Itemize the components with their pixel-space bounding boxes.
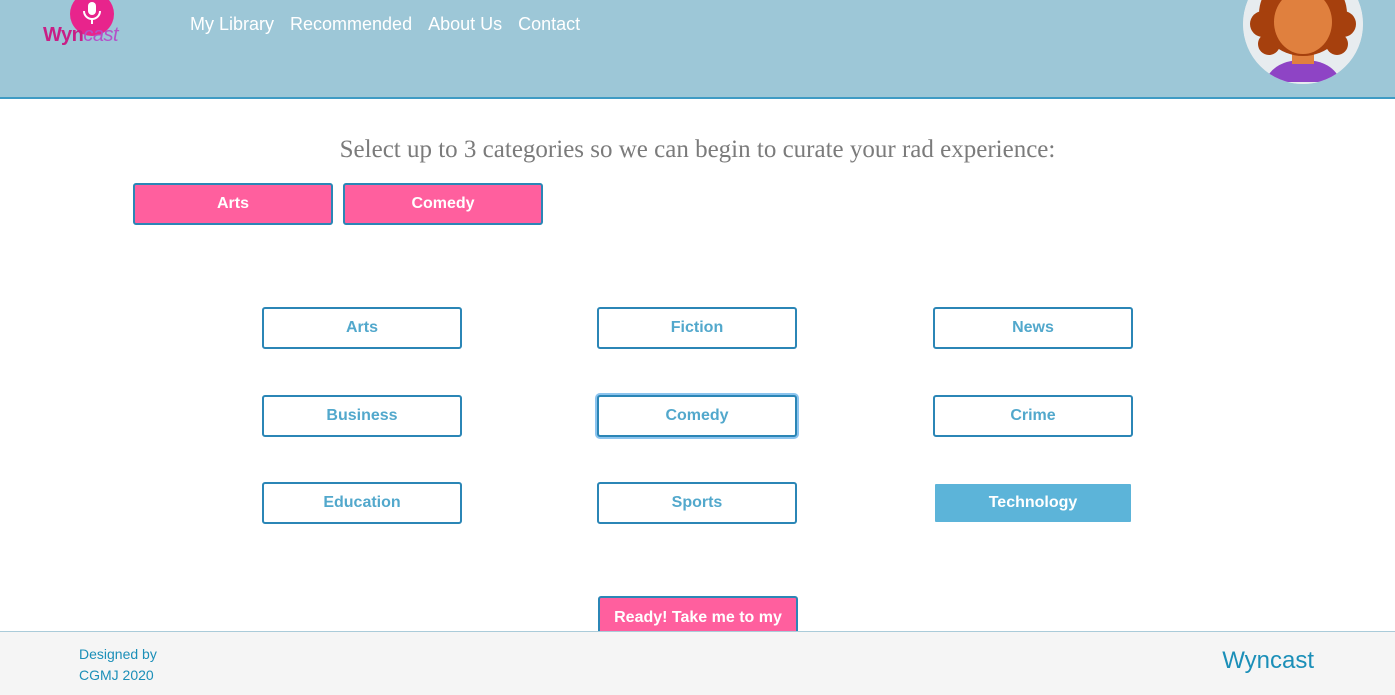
category-education-button[interactable]: Education [262, 482, 462, 524]
logo-wordmark: Wyncast [43, 24, 119, 46]
category-technology-button[interactable]: Technology [933, 482, 1133, 524]
category-news-button[interactable]: News [933, 307, 1133, 349]
site-footer: Designed by CGMJ 2020 Wyncast [0, 631, 1395, 695]
nav-my-library[interactable]: My Library [190, 14, 274, 35]
category-arts-button[interactable]: Arts [262, 307, 462, 349]
category-fiction-button[interactable]: Fiction [597, 307, 797, 349]
category-crime-button[interactable]: Crime [933, 395, 1133, 437]
user-avatar[interactable] [1243, 0, 1363, 84]
site-header: Wyncast My Library Recommended About Us … [0, 0, 1395, 99]
category-prompt: Select up to 3 categories so we can begi… [339, 136, 1056, 163]
nav-contact[interactable]: Contact [518, 14, 580, 35]
wyncast-logo[interactable]: Wyncast [40, 0, 140, 54]
footer-credit: Designed by CGMJ 2020 [79, 646, 157, 683]
nav-recommended[interactable]: Recommended [290, 14, 412, 35]
nav-about-us[interactable]: About Us [428, 14, 502, 35]
category-business-button[interactable]: Business [262, 395, 462, 437]
footer-brand[interactable]: Wyncast [1222, 647, 1314, 675]
selected-category-arts[interactable]: Arts [133, 183, 333, 225]
selected-category-comedy[interactable]: Comedy [343, 183, 543, 225]
main-nav: My Library Recommended About Us Contact [190, 14, 580, 35]
category-sports-button[interactable]: Sports [597, 482, 797, 524]
category-comedy-button[interactable]: Comedy [597, 395, 797, 437]
